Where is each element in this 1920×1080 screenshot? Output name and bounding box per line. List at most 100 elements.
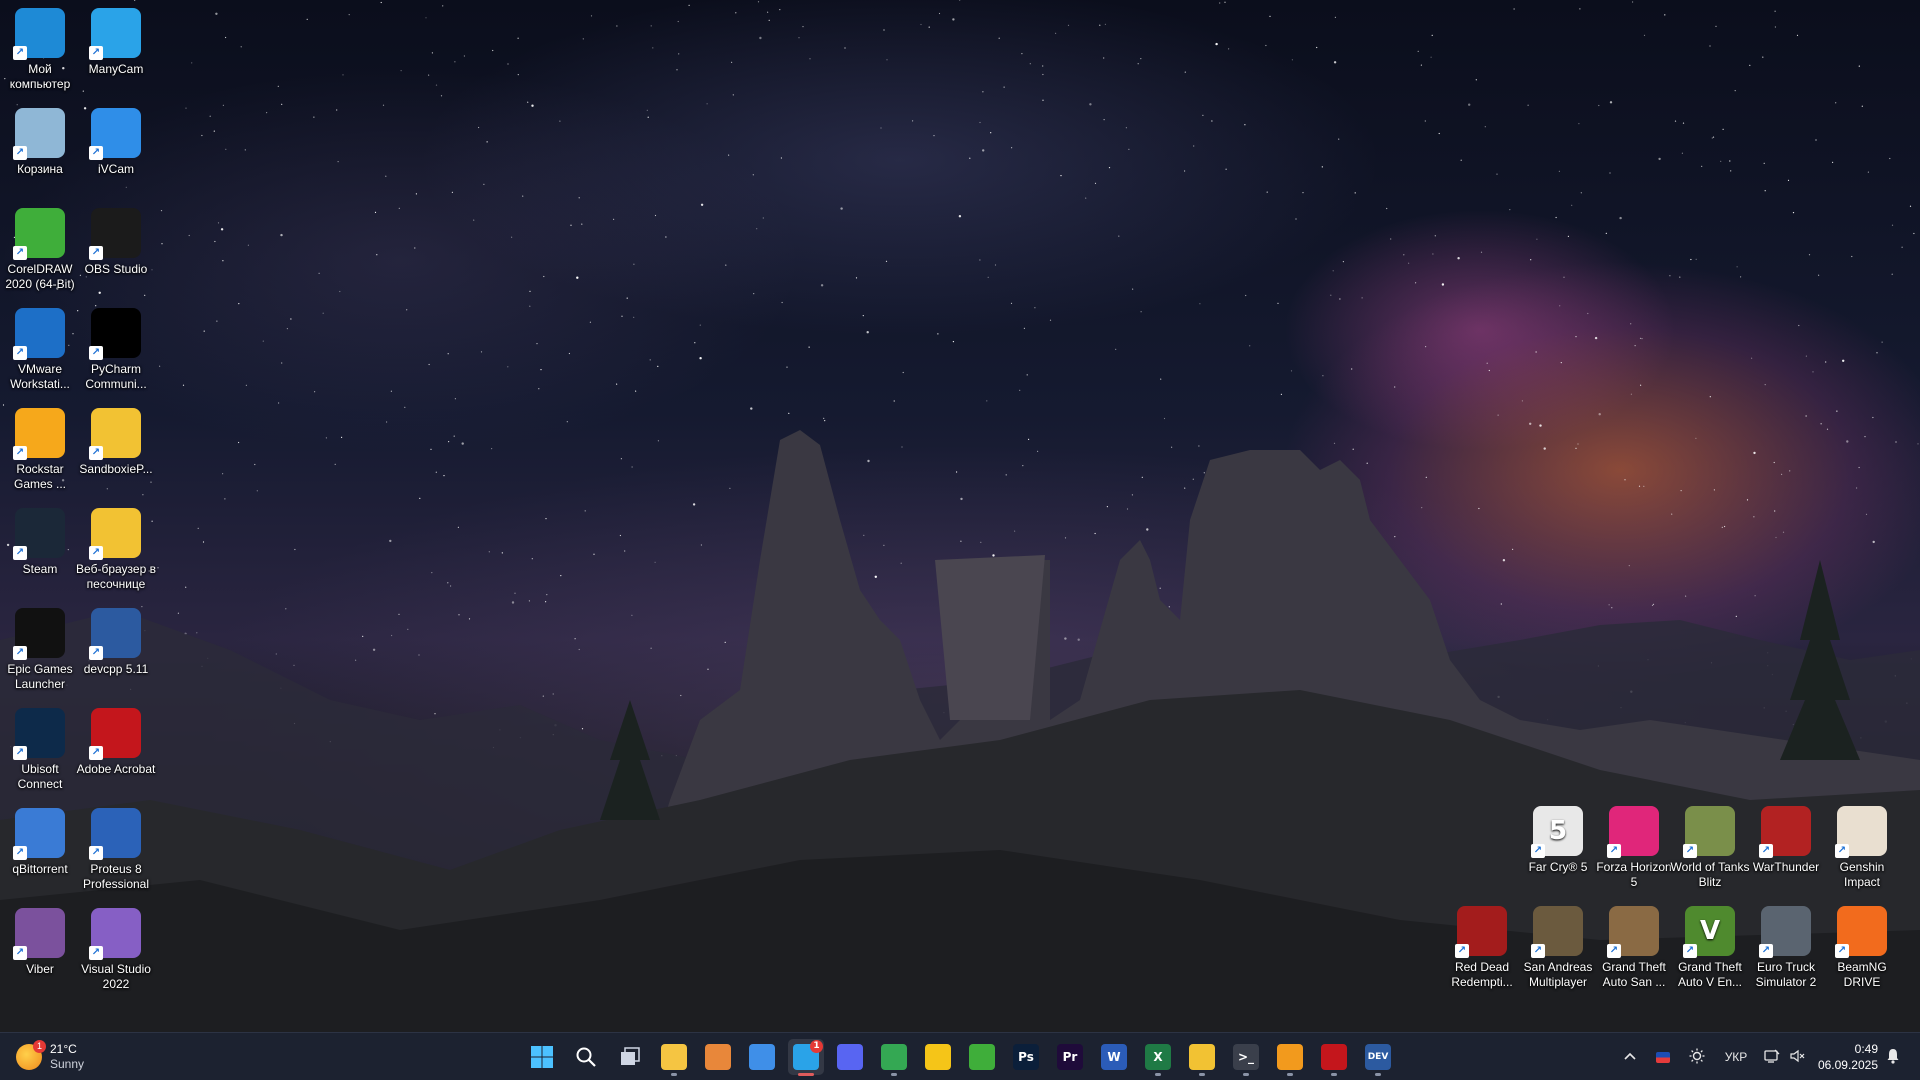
excel-button[interactable]: X — [1140, 1039, 1176, 1076]
volume-button[interactable] — [1786, 1033, 1810, 1080]
language-label: УКР — [1724, 1050, 1748, 1064]
desktop-icon[interactable]: ↗ Steam — [0, 502, 80, 598]
chrome-button[interactable] — [876, 1039, 912, 1076]
devcpp-taskbar-button[interactable]: DEV — [1360, 1039, 1396, 1076]
start-button[interactable] — [524, 1039, 560, 1075]
desktop-icon[interactable]: ↗ Epic Games Launcher — [0, 602, 80, 698]
desktop-icon[interactable]: ↗ Rockstar Games ... — [0, 402, 80, 498]
norton-button[interactable] — [920, 1039, 956, 1075]
desktop-icon-label: Genshin Impact — [1839, 860, 1885, 889]
photoshop-button[interactable]: Ps — [1008, 1039, 1044, 1075]
desktop-icon[interactable]: ↗ Red Dead Redempti... — [1442, 900, 1522, 996]
terminal-button[interactable]: >_ — [1228, 1039, 1264, 1076]
desktop-icon[interactable]: ↗ Genshin Impact — [1822, 800, 1902, 896]
desktop-icon[interactable]: ↗ Forza Horizon 5 — [1594, 800, 1674, 896]
pycharm-icon: ↗ — [89, 308, 141, 360]
warthunder-icon: ↗ — [1759, 806, 1811, 858]
telegram-button[interactable]: 1 — [788, 1039, 824, 1076]
desktop-icon[interactable]: ↗ OBS Studio — [76, 202, 156, 298]
desktop-icon[interactable]: ↗ ManyCam — [76, 2, 156, 98]
running-indicator — [891, 1073, 897, 1076]
desktop-icon[interactable]: ↗ Корзина — [0, 102, 80, 198]
desktop-icon[interactable]: ↗ CorelDRAW 2020 (64-Bit) — [0, 202, 80, 298]
rockstar-icon: ↗ — [13, 408, 65, 460]
desktop-icon-label: Ubisoft Connect — [17, 762, 63, 791]
desktop-icon-label: Веб-браузер в песочнице — [76, 562, 156, 591]
shortcut-arrow-icon: ↗ — [13, 146, 27, 160]
sandbox-browser-icon: ↗ — [89, 508, 141, 560]
clock[interactable]: 0:49 06.09.2025 — [1808, 1041, 1878, 1073]
obs-icon: ↗ — [89, 208, 141, 260]
desktop-icon-label: Adobe Acrobat — [76, 762, 156, 776]
premiere-button[interactable]: Pr — [1052, 1039, 1088, 1075]
desktop-icon-label: Корзина — [17, 162, 63, 176]
running-indicator — [1287, 1073, 1293, 1076]
desktop-icon[interactable]: ↗ San Andreas Multiplayer — [1518, 900, 1598, 996]
network-icon — [1764, 1049, 1780, 1066]
desktop-icon-label: iVCam — [97, 162, 134, 176]
desktop-icon[interactable]: ↗ WarThunder — [1746, 800, 1826, 896]
vmware-taskbar-button[interactable] — [1272, 1039, 1308, 1076]
desktop-icon[interactable]: ↗ Viber — [0, 902, 80, 998]
running-indicator — [671, 1073, 677, 1076]
paint-app-button[interactable] — [700, 1039, 736, 1075]
desktop-icon[interactable]: ↗ iVCam — [76, 102, 156, 198]
desktop-icon-label: WarThunder — [1752, 860, 1820, 874]
coreldraw-icon — [969, 1044, 995, 1070]
forza-horizon-5-icon: ↗ — [1607, 806, 1659, 858]
brightness-button[interactable] — [1682, 1033, 1712, 1080]
desktop-icon[interactable]: 5 ↗ Far Cry® 5 — [1518, 800, 1598, 896]
language-indicator[interactable]: УКР — [1716, 1033, 1756, 1080]
desktop-icon[interactable]: ↗ BeamNG DRIVE — [1822, 900, 1902, 996]
desktop-icon[interactable]: ↗ Proteus 8 Professional — [76, 802, 156, 898]
search-button[interactable] — [568, 1039, 604, 1075]
sandboxie-icon — [1189, 1044, 1215, 1070]
word-button[interactable]: W — [1096, 1039, 1132, 1075]
folder-icon — [661, 1044, 687, 1070]
desktop-icon[interactable]: ↗ World of Tanks Blitz — [1670, 800, 1750, 896]
desktop-icon[interactable]: ↗ Euro Truck Simulator 2 — [1746, 900, 1826, 996]
desktop-icon-label: Proteus 8 Professional — [82, 862, 150, 891]
desktop-icon[interactable]: ↗ Веб-браузер в песочнице — [76, 502, 156, 598]
desktop-icon-label: devcpp 5.11 — [83, 662, 149, 676]
shortcut-arrow-icon: ↗ — [1759, 844, 1773, 858]
weather-widget[interactable]: 1 21°C Sunny — [16, 1039, 126, 1075]
devcpp-icon: ↗ — [89, 608, 141, 660]
desktop-icon[interactable]: ↗ Мой компьютер — [0, 2, 80, 98]
desktop-icon[interactable]: ↗ Ubisoft Connect — [0, 702, 80, 798]
desktop-icon[interactable]: ↗ Visual Studio 2022 — [76, 902, 156, 998]
discord-button[interactable] — [832, 1039, 868, 1075]
file-explorer-button[interactable] — [656, 1039, 692, 1076]
sandboxie-taskbar-button[interactable] — [1184, 1039, 1220, 1076]
show-hidden-icons-button[interactable] — [1614, 1033, 1646, 1080]
notifications-button[interactable] — [1880, 1033, 1906, 1080]
sandboxie-icon: ↗ — [89, 408, 141, 460]
desktop-icon-label: Far Cry® 5 — [1528, 860, 1588, 874]
network-button[interactable] — [1758, 1033, 1786, 1080]
desktop-icon[interactable]: V ↗ Grand Theft Auto V En... — [1670, 900, 1750, 996]
app-glyph: W — [1107, 1050, 1121, 1064]
acrobat-taskbar-button[interactable] — [1316, 1039, 1352, 1076]
clock-time: 0:49 — [1854, 1042, 1878, 1056]
desktop-icon[interactable]: ↗ Adobe Acrobat — [76, 702, 156, 798]
desktop-icon[interactable]: ↗ SandboxieP... — [76, 402, 156, 498]
desktop-icon-label: Grand Theft Auto V En... — [1677, 960, 1743, 989]
desktop-icon-label: Euro Truck Simulator 2 — [1755, 960, 1817, 989]
shortcut-arrow-icon: ↗ — [89, 746, 103, 760]
photos-icon — [749, 1044, 775, 1070]
desktop-icon[interactable]: ↗ qBittorrent — [0, 802, 80, 898]
task-view-button[interactable] — [612, 1039, 648, 1075]
shortcut-arrow-icon: ↗ — [13, 246, 27, 260]
desktop-icon-label: Grand Theft Auto San ... — [1602, 960, 1666, 989]
desktop-icon[interactable]: ↗ PyCharm Communi... — [76, 302, 156, 398]
shortcut-arrow-icon: ↗ — [1759, 944, 1773, 958]
coreldraw-taskbar-button[interactable] — [964, 1039, 1000, 1075]
desktop-icon[interactable]: ↗ Grand Theft Auto San ... — [1594, 900, 1674, 996]
photos-app-button[interactable] — [744, 1039, 780, 1075]
shortcut-arrow-icon: ↗ — [13, 446, 27, 460]
desktop-icon[interactable]: ↗ devcpp 5.11 — [76, 602, 156, 698]
viber-icon: ↗ — [13, 908, 65, 960]
desktop-icon-label: SandboxieP... — [79, 462, 153, 476]
tray-app-icon[interactable] — [1648, 1033, 1678, 1080]
desktop-icon[interactable]: ↗ VMware Workstati... — [0, 302, 80, 398]
